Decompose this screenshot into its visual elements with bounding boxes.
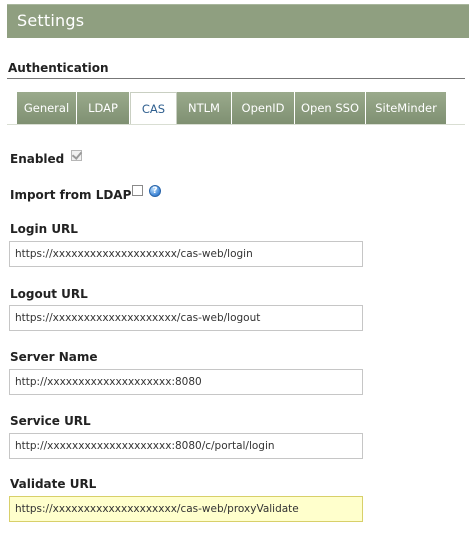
tab-open-sso[interactable]: Open SSO — [295, 92, 366, 124]
tab-general[interactable]: General — [17, 92, 77, 124]
auth-tabs: General LDAP CAS NTLM OpenID Open SSO Si… — [17, 92, 447, 125]
settings-header: Settings — [7, 4, 469, 38]
enabled-label: Enabled — [10, 152, 65, 166]
tab-siteminder[interactable]: SiteMinder — [366, 92, 447, 124]
validate-url-label: Validate URL — [10, 477, 97, 491]
tab-cas[interactable]: CAS — [130, 92, 177, 125]
import-ldap-checkbox[interactable] — [132, 185, 143, 196]
section-title: Authentication — [8, 61, 109, 75]
login-url-label: Login URL — [10, 222, 78, 236]
section-divider — [7, 78, 465, 79]
tab-ntlm[interactable]: NTLM — [177, 92, 232, 124]
server-name-input[interactable] — [9, 369, 363, 395]
service-url-label: Service URL — [10, 414, 91, 428]
import-ldap-label: Import from LDAP — [10, 188, 132, 202]
tab-openid[interactable]: OpenID — [232, 92, 295, 124]
tab-content-divider — [7, 124, 465, 125]
logout-url-input[interactable] — [9, 305, 363, 331]
service-url-input[interactable] — [9, 433, 363, 459]
enabled-checkbox[interactable] — [71, 149, 83, 161]
server-name-label: Server Name — [10, 350, 98, 364]
tab-ldap[interactable]: LDAP — [77, 92, 130, 124]
validate-url-input[interactable] — [9, 496, 363, 522]
checkmark-icon — [71, 149, 83, 160]
page-title: Settings — [17, 11, 85, 30]
logout-url-label: Logout URL — [10, 287, 88, 301]
login-url-input[interactable] — [9, 241, 363, 267]
help-icon[interactable]: ? — [149, 185, 161, 197]
